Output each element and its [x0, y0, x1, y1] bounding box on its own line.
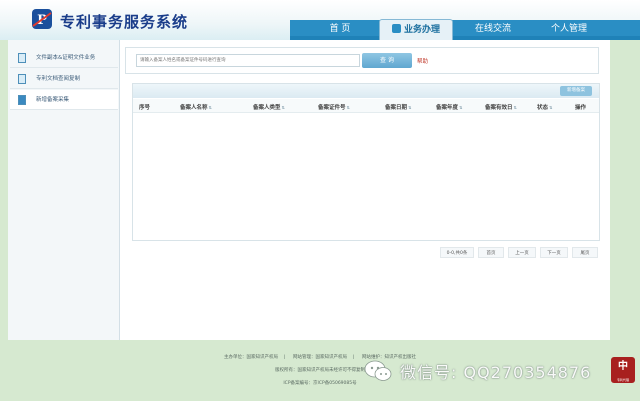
watermark-text: 微信号: QQ270354876 [400, 363, 592, 382]
footer-host: 主办单位：国家知识产权局 [224, 355, 279, 360]
pager-last-button[interactable]: 尾页 [572, 247, 598, 258]
nav-item-online-chat[interactable]: 在线交流 [463, 19, 523, 40]
briefcase-icon [391, 24, 401, 33]
pager-first-button[interactable]: 首页 [478, 247, 504, 258]
table-toolbar [133, 84, 599, 98]
column-header-cert-no[interactable]: 备案证件号⇅ [318, 103, 350, 111]
sidebar-item-label: 专利文档查阅复制 [36, 76, 81, 82]
column-header-label: 序号 [139, 105, 151, 111]
nav-item-home[interactable]: 首 页 [310, 19, 370, 40]
column-header-filing-year[interactable]: 备案年度⇅ [436, 103, 462, 111]
sidebar-item-label: 新增备案采集 [36, 97, 70, 103]
wechat-watermark: 微信号: QQ270354876 [364, 356, 640, 386]
nav-item-label: 在线交流 [474, 24, 511, 34]
nav-item-label: 业务办理 [403, 25, 440, 35]
nav-item-personal[interactable]: 个人管理 [537, 19, 601, 40]
sidebar-item-new-filing[interactable]: 新增备案采集 [10, 90, 118, 110]
sort-icon: ⇅ [208, 105, 212, 110]
stamp-char: 中 [618, 361, 628, 372]
column-header-actions: 操作 [575, 103, 586, 111]
sort-icon: ⇅ [281, 105, 285, 110]
new-filing-button[interactable]: 新增备案 [560, 86, 592, 96]
sidebar-item-doc-access[interactable]: 专利文档查阅复制 [10, 69, 118, 89]
sort-icon: ⇅ [346, 105, 350, 110]
column-header-label: 备案人名称 [180, 105, 208, 111]
column-header-label: 操作 [575, 105, 587, 111]
sort-icon: ⇅ [459, 105, 463, 110]
column-header-label: 备案人类型 [253, 105, 281, 111]
book-icon [18, 95, 26, 105]
footer-admin: 网站管理：国家知识产权局 [293, 355, 347, 360]
help-link[interactable]: 帮助 [417, 57, 428, 65]
seal-stamp-icon: 中 专利代理 [611, 357, 635, 383]
wechat-icon [364, 360, 392, 381]
document-icon [18, 53, 26, 63]
search-button[interactable]: 查 询 [362, 53, 412, 68]
app-title: 专利事务服务系统 [60, 13, 189, 31]
sort-icon: ⇅ [549, 105, 553, 110]
column-header-label: 状态 [537, 105, 549, 111]
column-header-index: 序号 [139, 103, 150, 111]
app-logo-icon: P [32, 9, 52, 29]
column-header-label: 备案证件号 [318, 105, 346, 111]
column-header-filing-date[interactable]: 备案日期⇅ [385, 103, 411, 111]
column-header-name[interactable]: 备案人名称⇅ [180, 103, 212, 111]
search-button-label: 查 询 [380, 57, 394, 64]
pager-summary: 0-0,共0条 [440, 247, 474, 258]
pager-prev-button[interactable]: 上一页 [508, 247, 536, 258]
stamp-subtext: 专利代理 [616, 378, 629, 382]
nav-item-label: 个人管理 [550, 24, 587, 34]
column-header-label: 备案年度 [436, 105, 459, 111]
pager-next-button[interactable]: 下一页 [540, 247, 568, 258]
column-header-status[interactable]: 状态⇅ [537, 103, 552, 111]
document-icon [18, 74, 26, 84]
sidebar-item-label: 文件副本&证明文件业务 [36, 55, 96, 61]
sidebar: 文件副本&证明文件业务 专利文档查阅复制 新增备案采集 [8, 40, 120, 340]
search-input[interactable] [136, 54, 360, 67]
column-header-type[interactable]: 备案人类型⇅ [253, 103, 285, 111]
sort-icon: ⇅ [408, 105, 412, 110]
sort-icon: ⇅ [513, 105, 517, 110]
nav-item-label: 首 页 [329, 24, 351, 34]
nav-item-business[interactable]: 业务办理 [379, 19, 453, 40]
sidebar-item-copy-certificate[interactable]: 文件副本&证明文件业务 [10, 48, 118, 68]
column-header-label: 备案有效日 [485, 105, 513, 111]
column-header-valid-date[interactable]: 备案有效日⇅ [485, 103, 517, 111]
column-header-label: 备案日期 [385, 105, 408, 111]
